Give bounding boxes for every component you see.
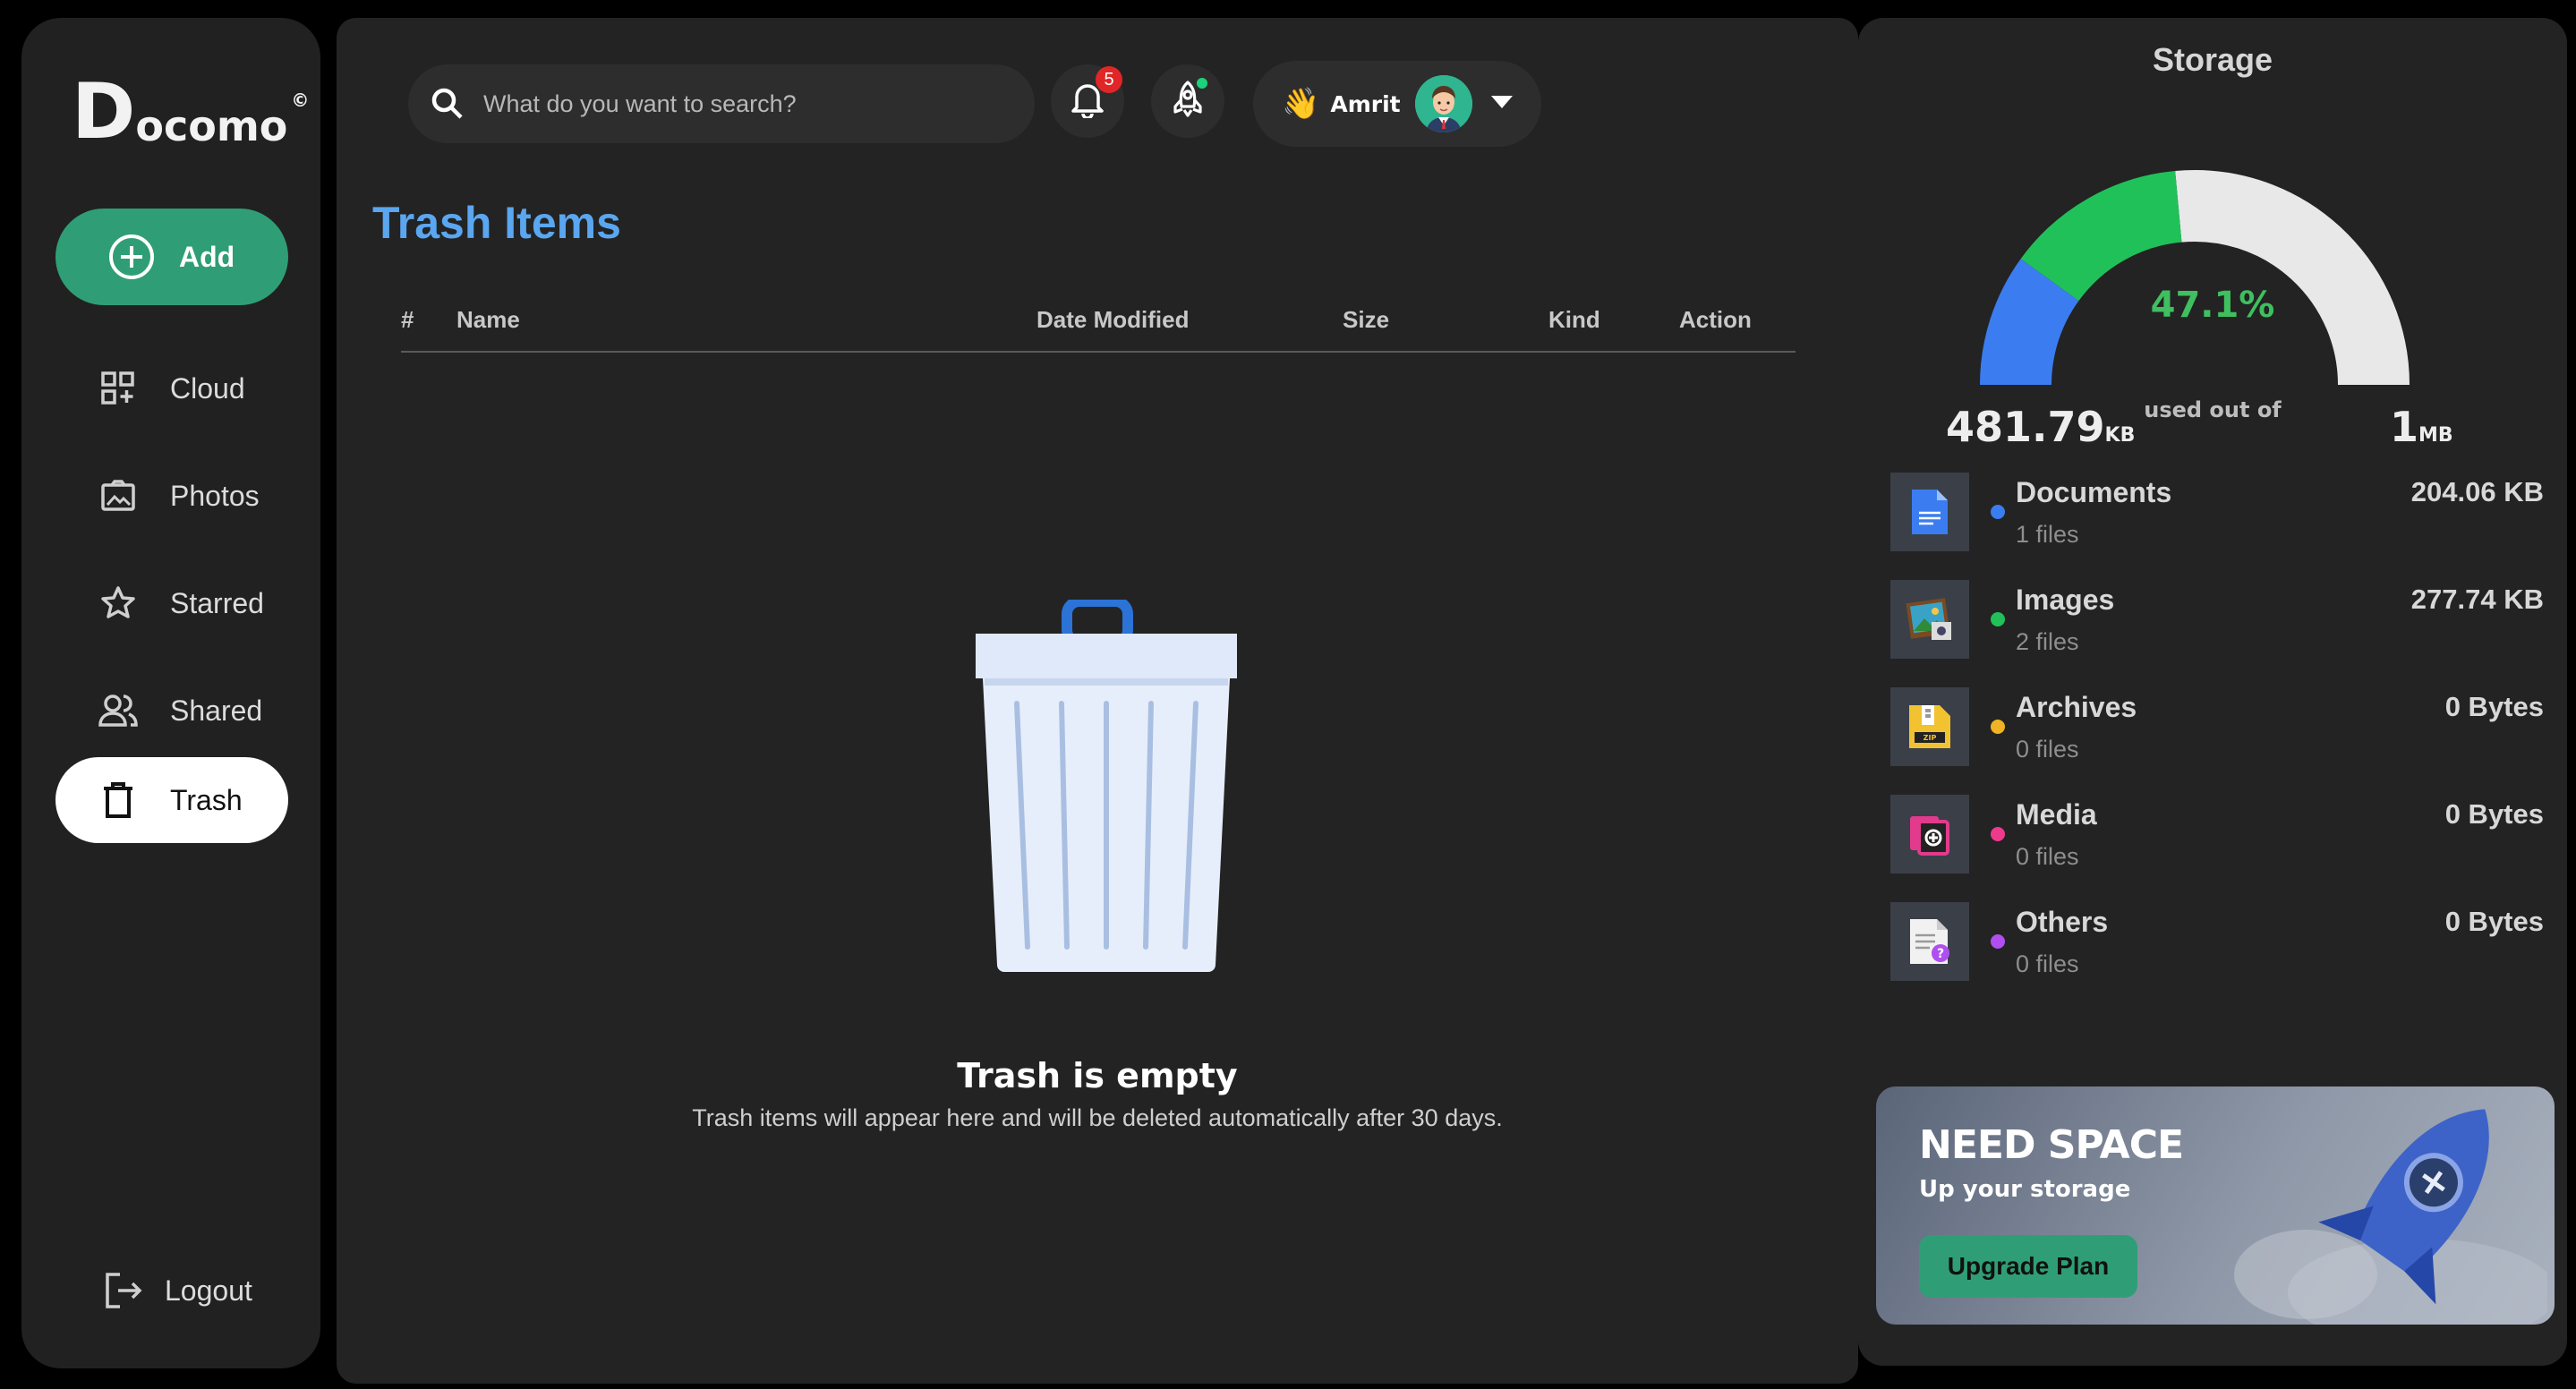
category-count: 0 files (2016, 736, 2079, 763)
chevron-down-icon (1490, 95, 1514, 114)
upgrade-plan-button[interactable]: Upgrade Plan (1919, 1235, 2137, 1298)
empty-state-title: Trash is empty (957, 1056, 1238, 1095)
add-button-label: Add (179, 240, 235, 273)
sidebar-item-shared[interactable]: Shared (55, 668, 288, 754)
category-name: Images (2016, 584, 2115, 616)
empty-state-subtitle: Trash items will appear here and will be… (692, 1104, 1503, 1131)
storage-category-others[interactable]: ? Others 0 files 0 Bytes (1890, 902, 2544, 983)
category-count: 2 files (2016, 628, 2079, 655)
category-name: Archives (2016, 691, 2137, 723)
empty-trash-illustration (976, 600, 1237, 972)
sidebar-item-label: Cloud (170, 371, 245, 405)
sidebar-item-label: Trash (170, 783, 243, 816)
column-header-index: # (401, 306, 414, 333)
promo-title: NEED SPACE (1919, 1122, 2184, 1168)
category-size: 0 Bytes (2444, 691, 2544, 722)
category-size: 0 Bytes (2444, 798, 2544, 830)
sidebar-item-trash[interactable]: Trash (55, 757, 288, 843)
page-title: Trash Items (372, 198, 621, 248)
logout-label: Logout (165, 1274, 252, 1307)
grid-add-icon (98, 369, 138, 408)
plus-circle-icon (109, 234, 154, 279)
category-color-dot (1991, 827, 2005, 841)
avatar (1414, 75, 1472, 132)
sidebar-item-label: Shared (170, 694, 263, 727)
category-name: Media (2016, 798, 2097, 831)
add-button[interactable]: Add (55, 209, 288, 305)
media-icon (1890, 795, 1969, 873)
category-name: Others (2016, 906, 2109, 938)
column-header-name[interactable]: Name (456, 306, 520, 334)
storage-used-label: used out of (2144, 397, 2282, 422)
category-size: 0 Bytes (2444, 906, 2544, 937)
storage-category-media[interactable]: Media 0 files 0 Bytes (1890, 795, 2544, 875)
storage-total-value: 1MB (2390, 403, 2453, 451)
sidebar-item-label: Starred (170, 586, 264, 619)
category-count: 1 files (2016, 521, 2079, 548)
search-bar[interactable] (408, 64, 1035, 143)
waving-hand-icon: 👋 (1282, 87, 1320, 121)
promo-subtitle: Up your storage (1919, 1176, 2131, 1203)
user-menu[interactable]: 👋 Amrit (1253, 61, 1541, 147)
user-name: Amrit (1330, 90, 1401, 117)
gauge-images-segment (2020, 170, 2183, 302)
search-icon (430, 86, 465, 122)
document-icon (1890, 473, 1969, 551)
category-count: 0 files (2016, 843, 2079, 870)
sidebar-item-photos[interactable]: Photos (55, 453, 288, 539)
status-dot (1194, 75, 1210, 91)
sidebar-item-label: Photos (170, 479, 260, 512)
trash-icon (98, 780, 138, 820)
archive-icon: ZIP (1890, 687, 1969, 766)
category-count: 0 files (2016, 950, 2079, 977)
column-header-size[interactable]: Size (1343, 306, 1389, 334)
svg-text:ZIP: ZIP (1923, 734, 1937, 742)
storage-panel: Storage 47.1% 481.79KB used out of 1MB D… (1858, 18, 2567, 1366)
category-color-dot (1991, 505, 2005, 519)
storage-category-images[interactable]: Images 2 files 277.74 KB (1890, 580, 2544, 660)
column-header-kind[interactable]: Kind (1548, 306, 1600, 334)
users-icon (98, 691, 138, 730)
storage-category-archives[interactable]: ZIP Archives 0 files 0 Bytes (1890, 687, 2544, 768)
logout-button[interactable]: Logout (104, 1271, 252, 1310)
sidebar-item-cloud[interactable]: Cloud (55, 345, 288, 431)
table-header: # Name Date Modified Size Kind Action (401, 303, 1796, 353)
logout-icon (104, 1271, 143, 1310)
upgrade-promo-card: NEED SPACE Up your storage Upgrade Plan (1876, 1086, 2555, 1325)
category-color-dot (1991, 934, 2005, 949)
category-name: Documents (2016, 476, 2172, 508)
app-logo[interactable]: Docomo © (72, 73, 309, 150)
category-size: 204.06 KB (2410, 476, 2544, 507)
search-input[interactable] (483, 89, 985, 118)
image-icon (1890, 580, 1969, 659)
main-panel: 5 👋 Amrit Trash Items # Name Date Modifi… (337, 18, 1858, 1384)
category-size: 277.74 KB (2410, 584, 2544, 615)
sidebar-item-starred[interactable]: Starred (55, 560, 288, 646)
rocket-button[interactable] (1151, 64, 1224, 138)
storage-percent: 47.1% (2150, 285, 2275, 326)
rocket-illustration (2234, 1109, 2547, 1325)
other-file-icon: ? (1890, 902, 1969, 981)
storage-category-documents[interactable]: Documents 1 files 204.06 KB (1890, 473, 2544, 553)
star-icon (98, 584, 138, 623)
column-header-action: Action (1679, 306, 1752, 333)
notification-badge: 5 (1096, 66, 1122, 93)
column-header-date-modified[interactable]: Date Modified (1036, 306, 1189, 334)
category-color-dot (1991, 720, 2005, 734)
sidebar: Docomo © Add Cloud Photos Starred Shared … (21, 18, 320, 1368)
notifications-button[interactable]: 5 (1051, 64, 1124, 138)
svg-text:?: ? (1937, 947, 1944, 961)
photo-icon (98, 476, 138, 516)
storage-title: Storage (2152, 41, 2273, 78)
category-color-dot (1991, 612, 2005, 626)
